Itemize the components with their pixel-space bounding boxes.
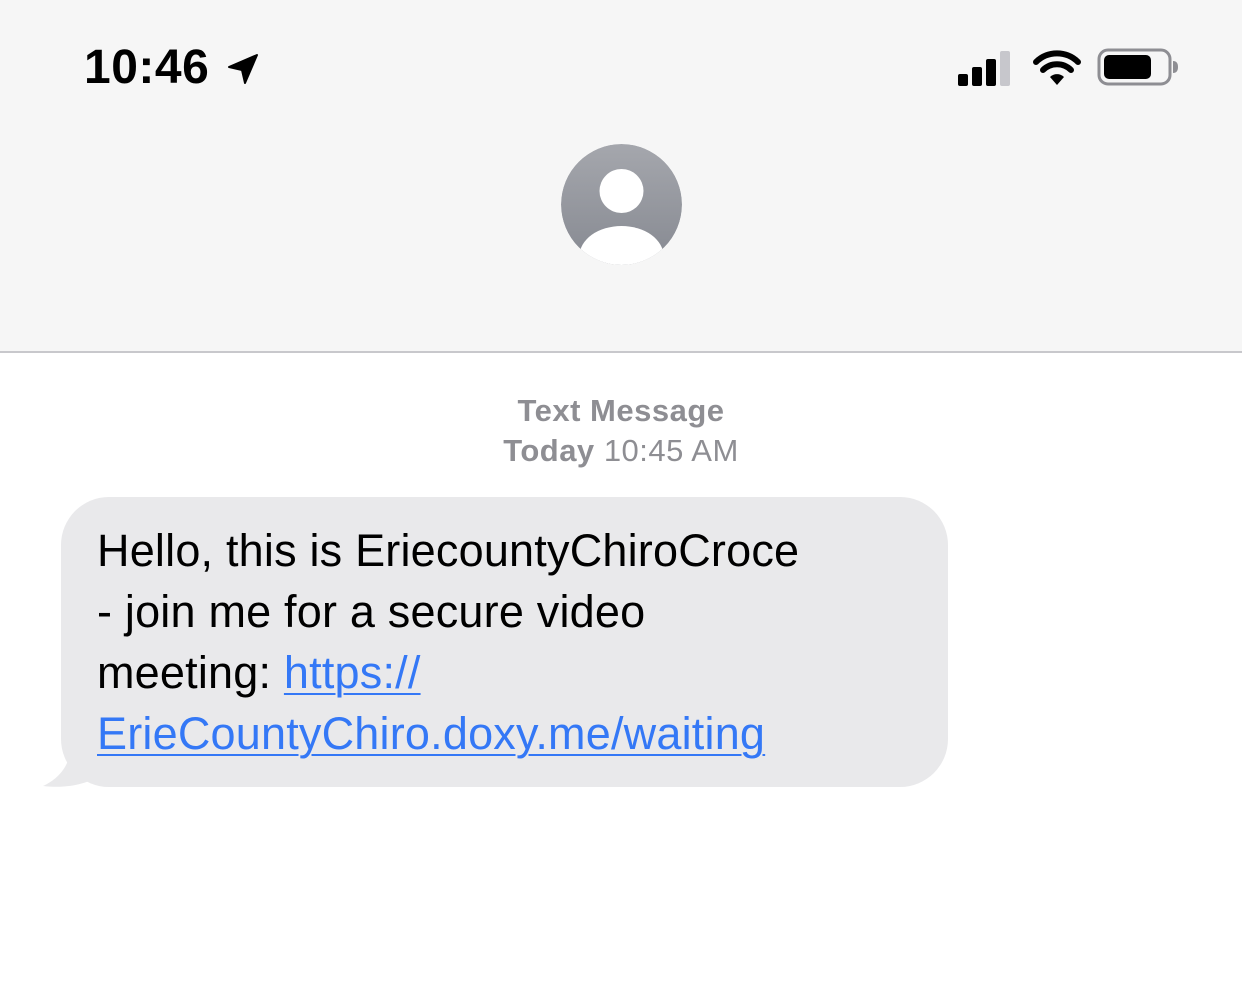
conversation-header: 10:46 (0, 0, 1242, 353)
battery-icon (1097, 48, 1178, 86)
meeting-link-continued[interactable]: ErieCountyChiro.doxy.me/waiting (97, 708, 765, 759)
message-timestamp: Today 10:45 AM (0, 430, 1242, 472)
message-timestamp-header: Text Message Today 10:45 AM (0, 392, 1242, 472)
message-line-2: - join me for a secure video (97, 586, 646, 637)
message-text: Hello, this is EriecountyChiroCroce - jo… (97, 520, 917, 764)
cellular-signal-icon (958, 51, 1010, 86)
location-arrow-icon (228, 54, 258, 84)
meeting-link[interactable]: https:// (284, 647, 421, 698)
service-label: Text Message (517, 393, 725, 428)
timestamp-day: Today (503, 433, 595, 468)
wifi-icon (1033, 50, 1081, 85)
contact-avatar[interactable] (561, 144, 682, 265)
timestamp-time: 10:45 AM (603, 433, 739, 468)
message-line-3: meeting: (97, 647, 284, 698)
person-silhouette-icon (561, 144, 682, 265)
status-time: 10:46 (84, 41, 210, 94)
incoming-message[interactable]: Hello, this is EriecountyChiroCroce - jo… (40, 497, 950, 789)
status-bar: 10:46 (0, 0, 1242, 130)
messages-screen: 10:46 Text Message Today 10:45 AM Hello,… (0, 0, 1242, 1000)
message-line-1: Hello, this is EriecountyChiroCroce (97, 525, 800, 576)
